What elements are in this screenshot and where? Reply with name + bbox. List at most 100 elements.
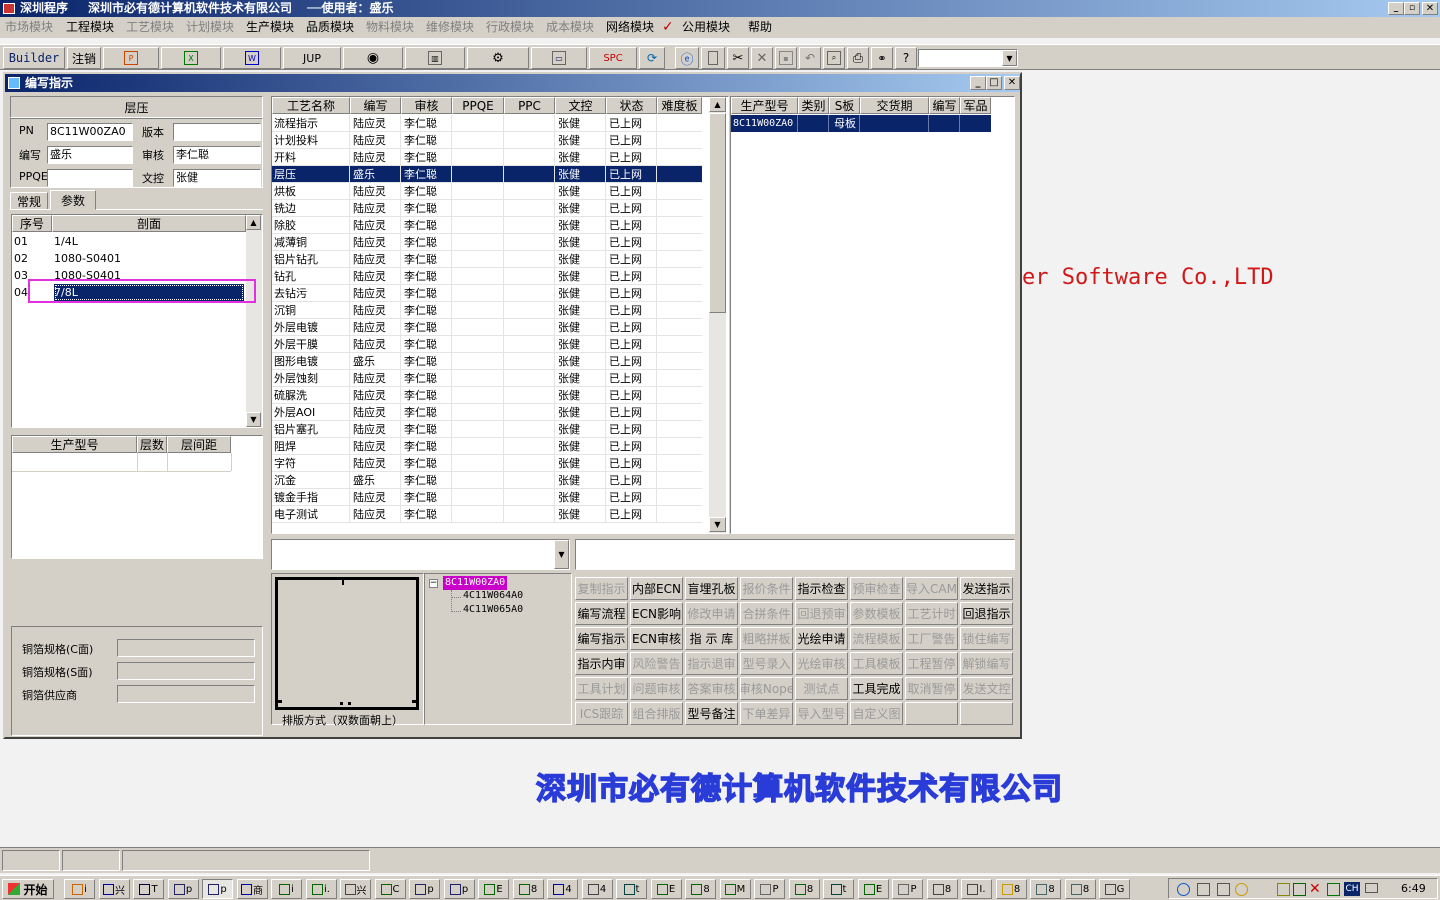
logout-button[interactable]: 注销 <box>67 47 101 69</box>
doc-control-field[interactable]: 张健 <box>173 169 261 187</box>
taskbar-item[interactable]: E <box>650 879 682 899</box>
seq-header[interactable]: 序号 <box>12 215 52 232</box>
taskbar-item[interactable]: E <box>478 879 509 899</box>
process-col-header[interactable]: 文控 <box>555 97 606 114</box>
menu-4[interactable]: 生产模块 <box>246 19 294 36</box>
copper-supplier-field[interactable] <box>117 685 255 703</box>
taskbar-item[interactable]: I. <box>961 879 992 899</box>
menu-6[interactable]: 物料模块 <box>366 19 414 36</box>
cut-button[interactable]: ✂ <box>727 47 749 69</box>
process-row[interactable]: 烘板 陆应灵 李仁聪 张健 已上网 <box>272 183 702 200</box>
action-button[interactable]: ICS跟踪 <box>575 702 628 725</box>
taskbar-item[interactable]: p <box>409 879 440 899</box>
action-button[interactable]: 工程暂停 <box>905 652 958 675</box>
spacing-col-header[interactable]: 层间距 <box>167 436 231 453</box>
version-field[interactable] <box>173 123 261 141</box>
scroll-up-icon[interactable]: ▲ <box>709 97 726 112</box>
model-row[interactable]: 8C11W00ZA0 母板 <box>731 115 991 132</box>
taskbar-item[interactable]: 兴 <box>340 879 371 899</box>
restore-icon[interactable]: ▫ <box>1404 2 1420 15</box>
model-col-header[interactable]: 类别 <box>798 97 829 114</box>
process-col-header[interactable]: PPQE <box>452 97 504 114</box>
taskbar-item[interactable]: p <box>202 879 233 899</box>
clock-icon[interactable] <box>1235 883 1248 896</box>
action-button[interactable]: 组合排版 <box>630 702 683 725</box>
taskbar-item[interactable]: i <box>64 879 95 899</box>
collapse-icon[interactable]: − <box>429 579 438 588</box>
jup-button[interactable]: JUP <box>283 47 341 69</box>
process-row[interactable]: 外层蚀刻 陆应灵 李仁聪 张健 已上网 <box>272 370 702 387</box>
close-icon[interactable]: ✕ <box>1004 76 1020 90</box>
action-button[interactable]: 审核Nope <box>740 677 793 700</box>
scroll-up-icon[interactable]: ▲ <box>246 215 261 230</box>
taskbar-item[interactable]: M <box>719 879 751 899</box>
model-col-header[interactable]: 编写 <box>929 97 960 114</box>
section-name[interactable]: 1080-S0401 <box>54 250 244 267</box>
menu-3[interactable]: 计划模块 <box>186 19 234 36</box>
action-button[interactable]: 指示检查 <box>795 577 848 600</box>
action-button[interactable]: 预审检查 <box>850 577 903 600</box>
action-button[interactable]: 指示退审 <box>685 652 738 675</box>
process-col-header[interactable]: PPC <box>504 97 555 114</box>
scroll-down-icon[interactable]: ▼ <box>709 517 726 532</box>
action-button[interactable]: 风险警告 <box>630 652 683 675</box>
action-button[interactable]: 锁住编写 <box>960 627 1013 650</box>
tab-normal[interactable]: 常规 <box>10 192 48 210</box>
menu-0[interactable]: 市场模块 <box>5 19 53 36</box>
remark-field[interactable] <box>575 539 1015 570</box>
action-button[interactable]: 指 示 库 <box>685 627 738 650</box>
taskbar-item[interactable]: G <box>1099 879 1130 899</box>
taskbar-item[interactable]: p <box>167 879 199 899</box>
action-button[interactable]: 编写指示 <box>575 627 628 650</box>
action-button[interactable]: 导入型号 <box>795 702 848 725</box>
action-button[interactable]: 内部ECN <box>630 577 683 600</box>
menu-2[interactable]: 工艺模块 <box>126 19 174 36</box>
keyboard-icon[interactable] <box>1365 883 1378 893</box>
menu-12[interactable]: 帮助 <box>748 19 772 36</box>
network-button[interactable]: ⚙ <box>467 47 529 69</box>
action-button[interactable]: 发送文控 <box>960 677 1013 700</box>
process-col-header[interactable]: 编写 <box>350 97 401 114</box>
start-button[interactable]: 开始 <box>2 879 54 899</box>
tray-icon[interactable] <box>1327 883 1340 896</box>
process-row[interactable]: 计划投料 陆应灵 李仁聪 张健 已上网 <box>272 132 702 149</box>
action-button[interactable]: 问题审核 <box>630 677 683 700</box>
process-row[interactable]: 外层AOI 陆应灵 李仁聪 张健 已上网 <box>272 404 702 421</box>
action-button[interactable]: 发送指示 <box>960 577 1013 600</box>
pn-field[interactable]: 8C11W00ZA0 <box>47 123 133 141</box>
process-row[interactable]: 开料 陆应灵 李仁聪 张健 已上网 <box>272 149 702 166</box>
taskbar-item[interactable]: T <box>133 879 164 899</box>
menu-1[interactable]: 工程模块 <box>66 19 114 36</box>
ppqe-field[interactable] <box>47 169 133 187</box>
action-button[interactable]: 复制指示 <box>575 577 628 600</box>
find-button[interactable]: ⚭ <box>871 47 893 69</box>
action-button[interactable]: 编写流程 <box>575 602 628 625</box>
taskbar-item[interactable]: p <box>443 879 475 899</box>
print-button[interactable]: ⎙ <box>847 47 869 69</box>
action-button[interactable]: 回退指示 <box>960 602 1013 625</box>
process-row[interactable]: 钻孔 陆应灵 李仁聪 张健 已上网 <box>272 268 702 285</box>
eye-button[interactable]: ◉ <box>343 47 403 69</box>
tree-root[interactable]: 8C11W00ZA0 <box>443 576 508 590</box>
save-button[interactable]: ▪ <box>775 47 797 69</box>
process-col-header[interactable]: 工艺名称 <box>272 97 350 114</box>
action-button[interactable]: 工具计划 <box>575 677 628 700</box>
action-button[interactable]: 光绘申请 <box>795 627 848 650</box>
minimize-icon[interactable]: _ <box>970 76 986 90</box>
taskbar-item[interactable]: i. <box>305 879 337 899</box>
process-scrollbar[interactable]: ▲ ▼ <box>709 97 726 533</box>
action-button[interactable]: 回退预审 <box>795 602 848 625</box>
copper-s-field[interactable] <box>117 662 255 680</box>
taskbar-item[interactable]: 8 <box>926 879 958 899</box>
tree-child[interactable]: 4C11W064A0 <box>463 590 523 601</box>
action-button[interactable]: 导入CAM <box>905 577 958 600</box>
model-col-header[interactable]: 交货期 <box>860 97 929 114</box>
process-row[interactable]: 字符 陆应灵 李仁聪 张健 已上网 <box>272 455 702 472</box>
refresh-button[interactable]: ⟳ <box>639 47 665 69</box>
action-button[interactable]: 解锁编写 <box>960 652 1013 675</box>
taskbar-item[interactable]: 8 <box>512 879 544 899</box>
preview-button[interactable]: ⌕ <box>823 47 845 69</box>
close-icon[interactable]: ✕ <box>1422 2 1438 15</box>
process-row[interactable]: 减薄铜 陆应灵 李仁聪 张健 已上网 <box>272 234 702 251</box>
model-col-header[interactable]: 生产型号 <box>12 436 137 453</box>
